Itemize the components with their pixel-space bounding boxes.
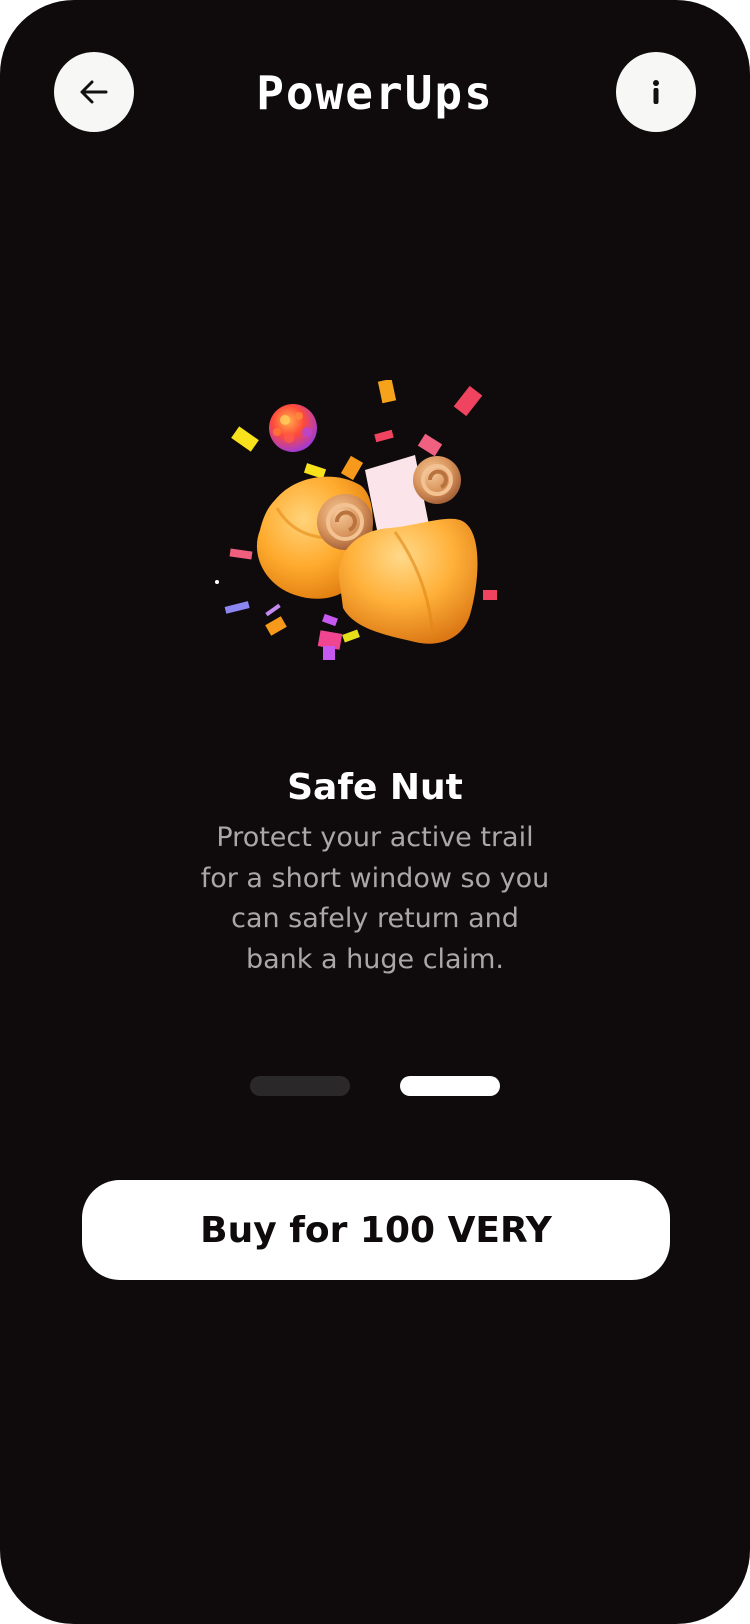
buy-button-label: Buy for 100 VERY bbox=[200, 1209, 552, 1251]
page-indicator-dot-active[interactable] bbox=[400, 1076, 500, 1096]
powerup-description: Protect your active trail for a short wi… bbox=[200, 822, 550, 975]
buy-button[interactable]: Buy for 100 VERY bbox=[82, 1180, 670, 1280]
page-indicator-dot[interactable] bbox=[250, 1076, 350, 1096]
page-indicator bbox=[0, 1076, 750, 1096]
info-button[interactable] bbox=[616, 52, 696, 132]
powerup-name: Safe Nut bbox=[287, 767, 463, 808]
powerup-screen: PowerUps Safe Nut Protect your active tr… bbox=[0, 0, 750, 1624]
info-icon bbox=[653, 80, 659, 104]
powerup-illustration bbox=[215, 380, 497, 660]
